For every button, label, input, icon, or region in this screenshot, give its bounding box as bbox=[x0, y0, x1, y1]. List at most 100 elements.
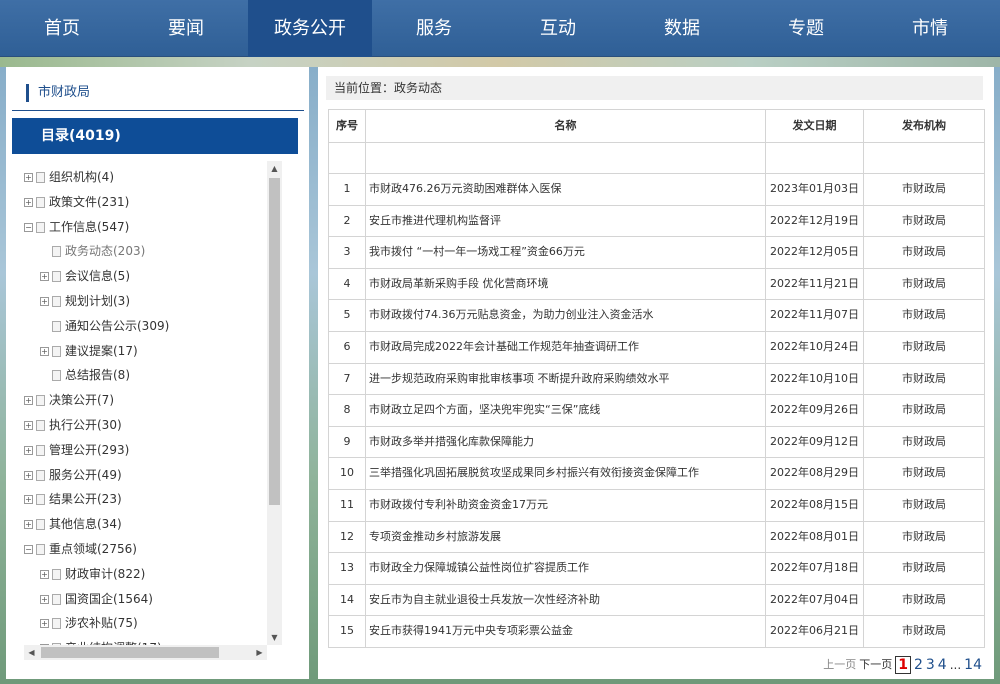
tree-item[interactable]: + 管理公开(293) bbox=[24, 440, 129, 460]
nav-item[interactable]: 首页 bbox=[0, 0, 124, 57]
row-date: 2022年10月10日 bbox=[766, 363, 864, 395]
tree-item[interactable]: + 规划计划(3) bbox=[40, 291, 130, 311]
table-row: 3 我市拨付 “一村一年一场戏工程”资金66万元 2022年12月05日 市财政局 bbox=[329, 237, 984, 269]
tree-item[interactable]: + 执行公开(30) bbox=[24, 415, 122, 435]
nav-item[interactable]: 数据 bbox=[620, 0, 744, 57]
page-link[interactable]: 4 bbox=[938, 655, 947, 675]
tree-item[interactable]: + 结果公开(23) bbox=[24, 489, 122, 509]
expand-icon[interactable]: + bbox=[40, 619, 49, 629]
row-date: 2022年12月05日 bbox=[766, 237, 864, 268]
table-row: 7 进一步规范政府采购审批审核事项 不断提升政府采购绩效水平 2022年10月10日… bbox=[329, 363, 984, 396]
expand-icon[interactable]: + bbox=[24, 470, 33, 480]
row-number: 2 bbox=[329, 205, 366, 237]
row-title-link[interactable]: 市财政476.26万元资助困难群体入医保 bbox=[366, 174, 766, 205]
row-org: 市财政局 bbox=[902, 182, 946, 195]
tree-item[interactable]: + 服务公开(49) bbox=[24, 465, 122, 485]
row-title-link[interactable]: 我市拨付 “一村一年一场戏工程”资金66万元 bbox=[366, 237, 766, 268]
blank-cell bbox=[366, 143, 766, 173]
table-row: 12 专项资金推动乡村旅游发展 2022年08月01日 市财政局 bbox=[329, 521, 984, 554]
row-title-link[interactable]: 市财政拨付74.36万元贴息资金，为助力创业注入资金活水 bbox=[366, 300, 766, 331]
row-title-link[interactable]: 专项资金推动乡村旅游发展 bbox=[366, 521, 766, 553]
expand-icon[interactable]: + bbox=[24, 520, 33, 530]
row-title-link[interactable]: 市财政局革新采购手段 优化营商环境 bbox=[366, 268, 766, 300]
expand-icon[interactable]: + bbox=[40, 569, 49, 579]
sidebar: 市财政局 目录(4019) + 组织机构(4) + 政策文件(231) − 工作信息(54… bbox=[6, 67, 309, 679]
row-org: 市财政局 bbox=[902, 466, 946, 480]
row-title-link[interactable]: 安丘市为自主就业退役士兵发放一次性经济补助 bbox=[366, 584, 766, 616]
row-org: 市财政局 bbox=[902, 308, 946, 322]
expand-icon[interactable]: + bbox=[24, 173, 33, 182]
row-title-link[interactable]: 进一步规范政府采购审批审核事项 不断提升政府采购绩效水平 bbox=[366, 363, 766, 395]
scroll-thumb-horizontal[interactable] bbox=[41, 647, 219, 658]
expand-icon[interactable]: + bbox=[24, 495, 33, 505]
tree-item[interactable]: + 组织机构(4) bbox=[24, 167, 114, 187]
nav-item[interactable]: 市情 bbox=[868, 0, 992, 57]
collapse-icon[interactable]: − bbox=[24, 545, 33, 554]
document-icon bbox=[52, 593, 61, 605]
tree-item[interactable]: + 会议信息(5) bbox=[40, 266, 130, 286]
nav-item[interactable]: 专题 bbox=[744, 0, 868, 57]
table-row: 4 市财政局革新采购手段 优化营商环境 2022年11月21日 市财政局 bbox=[329, 268, 984, 301]
row-title-link[interactable]: 市财政全力保障城镇公益性岗位扩容提质工作 bbox=[366, 553, 766, 584]
row-date: 2022年12月19日 bbox=[766, 205, 864, 237]
tree-vertical-scrollbar[interactable]: ▲ ▼ bbox=[267, 161, 282, 645]
row-title-link[interactable]: 安丘市获得1941万元中央专项彩票公益金 bbox=[366, 616, 766, 647]
document-icon bbox=[36, 395, 45, 407]
page-link[interactable]: 1 bbox=[895, 656, 911, 674]
tree-item[interactable]: 政务动态(203) bbox=[40, 241, 145, 261]
expand-icon[interactable]: + bbox=[40, 594, 49, 604]
nav-item[interactable]: 政务公开 bbox=[248, 0, 372, 57]
pagination: 上一页 下一页 1234 ... 14 bbox=[823, 655, 982, 675]
document-icon bbox=[52, 568, 61, 580]
nav-item[interactable]: 服务 bbox=[372, 0, 496, 57]
scroll-up-arrow-icon[interactable]: ▲ bbox=[267, 161, 282, 176]
tree-item[interactable]: − 工作信息(547) bbox=[24, 217, 129, 237]
expand-icon[interactable]: + bbox=[24, 445, 33, 455]
last-page-link[interactable]: 14 bbox=[964, 655, 982, 675]
scroll-down-arrow-icon[interactable]: ▼ bbox=[267, 630, 282, 645]
scroll-thumb[interactable] bbox=[269, 178, 280, 505]
tree-horizontal-scrollbar[interactable]: ◀ ▶ bbox=[24, 645, 267, 660]
page-link[interactable]: 2 bbox=[914, 655, 923, 675]
prev-page-link[interactable]: 上一页 bbox=[823, 655, 856, 675]
expand-icon[interactable]: + bbox=[40, 346, 49, 356]
sidebar-divider bbox=[12, 110, 304, 111]
tree-item[interactable]: + 政策文件(231) bbox=[24, 192, 129, 212]
expand-icon[interactable]: + bbox=[24, 197, 33, 207]
row-title-link[interactable]: 市财政拨付专利补助资金资金17万元 bbox=[366, 489, 766, 521]
tree-item[interactable]: − 重点领域(2756) bbox=[24, 539, 137, 559]
expand-icon[interactable]: + bbox=[40, 272, 49, 282]
page-link[interactable]: 3 bbox=[926, 655, 935, 675]
tree-item[interactable]: + 涉农补贴(75) bbox=[40, 613, 138, 633]
row-org: 市财政局 bbox=[902, 403, 946, 417]
collapse-icon[interactable]: − bbox=[24, 222, 33, 232]
expand-icon[interactable]: + bbox=[40, 297, 49, 306]
header-no: 序号 bbox=[329, 110, 366, 142]
tree-item[interactable]: 通知公告公示(309) bbox=[40, 316, 169, 336]
row-title-link[interactable]: 安丘市推进代理机构监督评 bbox=[366, 205, 766, 237]
row-org: 市财政局 bbox=[902, 624, 946, 638]
tree-item-label: 建议提案(17) bbox=[65, 343, 138, 358]
expand-icon[interactable]: + bbox=[24, 421, 33, 430]
tree-item[interactable]: + 建议提案(17) bbox=[40, 341, 138, 361]
tree-item[interactable]: + 国资国企(1564) bbox=[40, 589, 153, 609]
scroll-right-arrow-icon[interactable]: ▶ bbox=[252, 645, 267, 660]
row-date: 2022年09月26日 bbox=[766, 395, 864, 426]
row-title-link[interactable]: 市财政局完成2022年会计基础工作规范年抽查调研工作 bbox=[366, 331, 766, 363]
tree-item[interactable]: + 财政审计(822) bbox=[40, 564, 145, 584]
tree-item[interactable]: + 决策公开(7) bbox=[24, 390, 114, 410]
scroll-left-arrow-icon[interactable]: ◀ bbox=[24, 645, 39, 660]
tree-item-label: 会议信息(5) bbox=[65, 269, 130, 284]
document-icon bbox=[52, 618, 61, 630]
expand-icon[interactable]: + bbox=[24, 396, 33, 406]
tree-item[interactable]: + 其他信息(34) bbox=[24, 514, 122, 534]
next-page-link[interactable]: 下一页 bbox=[859, 655, 892, 675]
nav-item[interactable]: 要闻 bbox=[124, 0, 248, 57]
row-title-link[interactable]: 市财政多举并措强化库款保障能力 bbox=[366, 426, 766, 458]
tree-item[interactable]: 总结报告(8) bbox=[40, 365, 130, 385]
nav-item[interactable]: 互动 bbox=[496, 0, 620, 57]
row-title-link[interactable]: 市财政立足四个方面，坚决兜牢兜实“三保”底线 bbox=[366, 395, 766, 426]
row-title-link[interactable]: 三举措强化巩固拓展脱贫攻坚成果同乡村振兴有效衔接资金保障工作 bbox=[366, 458, 766, 489]
catalog-header[interactable]: 目录(4019) bbox=[12, 118, 298, 154]
row-date: 2022年10月24日 bbox=[766, 331, 864, 363]
